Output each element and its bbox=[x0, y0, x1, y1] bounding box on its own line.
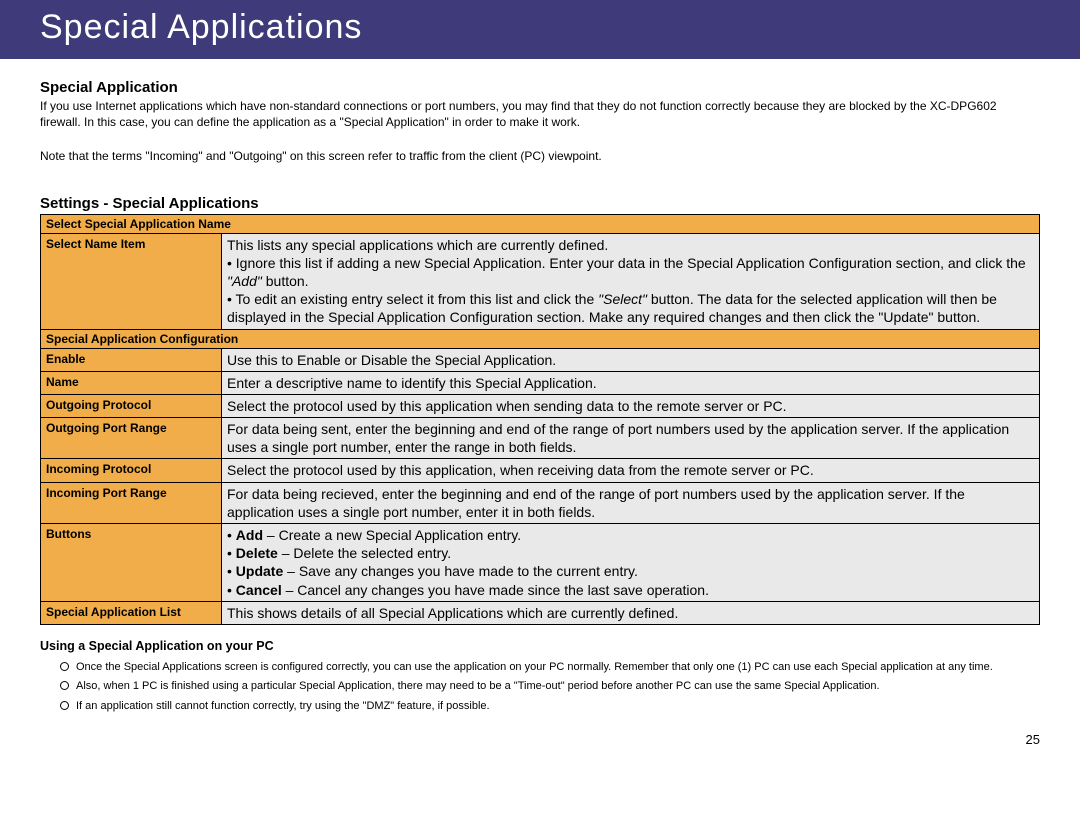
table-row: Special Application List This shows deta… bbox=[41, 601, 1040, 624]
row-bullet: • To edit an existing entry select it fr… bbox=[227, 290, 1034, 326]
button-desc-line: • Update – Save any changes you have mad… bbox=[227, 562, 1034, 580]
button-desc-line: • Add – Create a new Special Application… bbox=[227, 526, 1034, 544]
row-value: This shows details of all Special Applic… bbox=[222, 601, 1040, 624]
using-list: Once the Special Applications screen is … bbox=[60, 659, 1040, 715]
row-label: Special Application List bbox=[41, 601, 222, 624]
table-row: Incoming Protocol Select the protocol us… bbox=[41, 459, 1040, 482]
group-header-config: Special Application Configuration bbox=[41, 329, 1040, 348]
row-label: Outgoing Protocol bbox=[41, 394, 222, 417]
row-value: This lists any special applications whic… bbox=[222, 233, 1040, 329]
row-value: Enter a descriptive name to identify thi… bbox=[222, 371, 1040, 394]
section-heading-settings: Settings - Special Applications bbox=[40, 195, 1040, 212]
group-header-select-name: Select Special Application Name bbox=[41, 214, 1040, 233]
row-label: Select Name Item bbox=[41, 233, 222, 329]
button-desc-line: • Delete – Delete the selected entry. bbox=[227, 544, 1034, 562]
row-label: Name bbox=[41, 371, 222, 394]
row-label: Incoming Protocol bbox=[41, 459, 222, 482]
page-header: Special Applications bbox=[0, 0, 1080, 59]
page-header-title: Special Applications bbox=[40, 8, 362, 46]
row-value: • Add – Create a new Special Application… bbox=[222, 524, 1040, 602]
list-item: If an application still cannot function … bbox=[60, 698, 1040, 715]
section-heading-special-application: Special Application bbox=[40, 79, 1040, 96]
page-number: 25 bbox=[0, 727, 1080, 757]
row-value: For data being sent, enter the beginning… bbox=[222, 418, 1040, 459]
table-row: Incoming Port Range For data being recie… bbox=[41, 482, 1040, 523]
button-desc-line: • Cancel – Cancel any changes you have m… bbox=[227, 581, 1034, 599]
table-section-header-row: Select Special Application Name bbox=[41, 214, 1040, 233]
table-row: Buttons • Add – Create a new Special App… bbox=[41, 524, 1040, 602]
table-row: Outgoing Port Range For data being sent,… bbox=[41, 418, 1040, 459]
row-value: Use this to Enable or Disable the Specia… bbox=[222, 348, 1040, 371]
table-row: Enable Use this to Enable or Disable the… bbox=[41, 348, 1040, 371]
row-text-line: This lists any special applications whic… bbox=[227, 236, 1034, 254]
content-area: Special Application If you use Internet … bbox=[0, 59, 1080, 727]
table-row: Select Name Item This lists any special … bbox=[41, 233, 1040, 329]
table-section-header-row: Special Application Configuration bbox=[41, 329, 1040, 348]
settings-table: Select Special Application Name Select N… bbox=[40, 214, 1040, 625]
table-row: Outgoing Protocol Select the protocol us… bbox=[41, 394, 1040, 417]
list-item: Also, when 1 PC is finished using a part… bbox=[60, 678, 1040, 695]
using-heading: Using a Special Application on your PC bbox=[40, 639, 1040, 653]
row-value: For data being recieved, enter the begin… bbox=[222, 482, 1040, 523]
intro-paragraph: If you use Internet applications which h… bbox=[40, 98, 1040, 130]
row-label: Enable bbox=[41, 348, 222, 371]
row-bullet: • Ignore this list if adding a new Speci… bbox=[227, 254, 1034, 290]
row-label: Buttons bbox=[41, 524, 222, 602]
row-label: Incoming Port Range bbox=[41, 482, 222, 523]
row-label: Outgoing Port Range bbox=[41, 418, 222, 459]
table-row: Name Enter a descriptive name to identif… bbox=[41, 371, 1040, 394]
list-item: Once the Special Applications screen is … bbox=[60, 659, 1040, 676]
row-value: Select the protocol used by this applica… bbox=[222, 394, 1040, 417]
row-value: Select the protocol used by this applica… bbox=[222, 459, 1040, 482]
note-paragraph: Note that the terms "Incoming" and "Outg… bbox=[40, 148, 1040, 164]
